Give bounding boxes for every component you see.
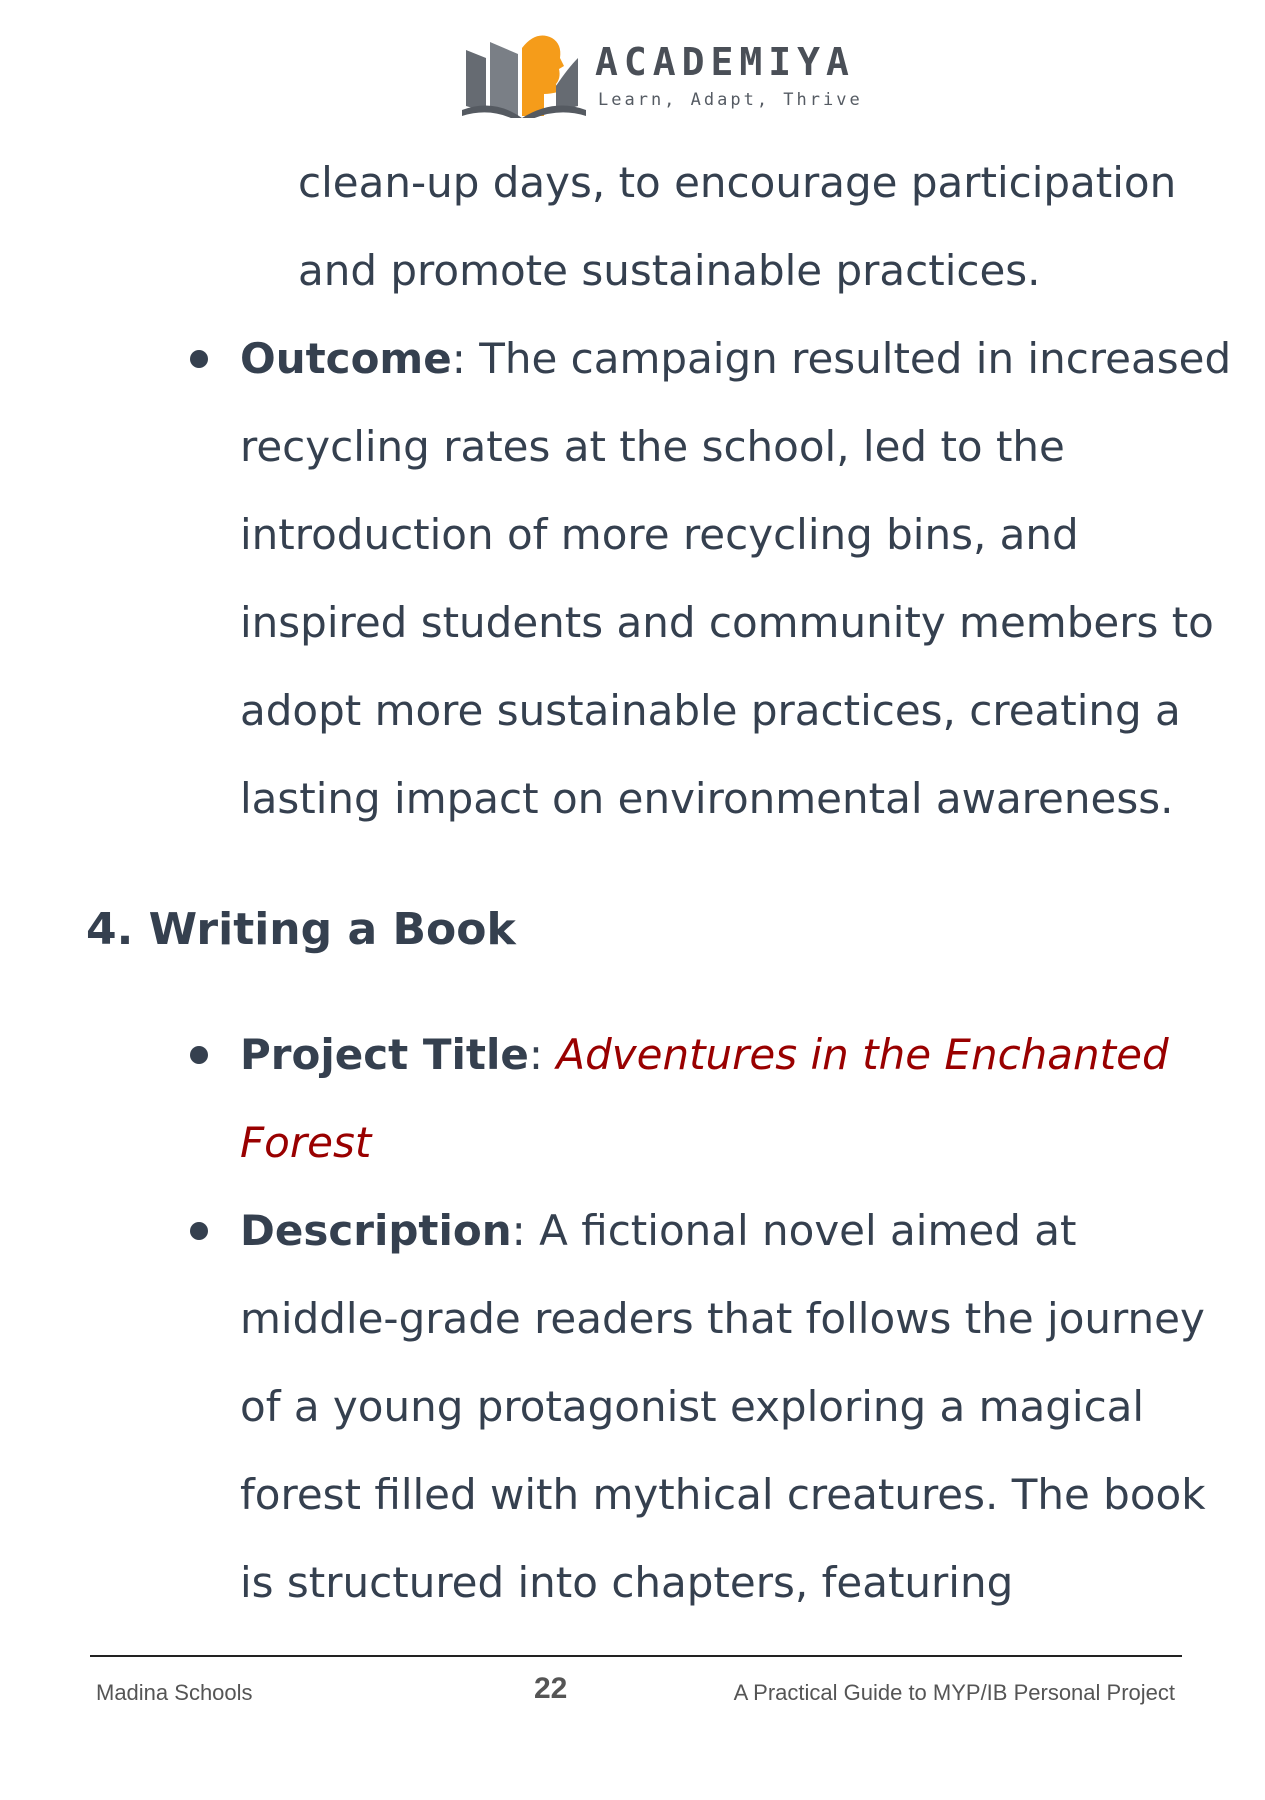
footer-divider [90,1655,1182,1657]
brand-name: ACADEMIYA [595,40,855,84]
outcome-label: Outcome [240,334,452,383]
bullet-marker [190,1222,208,1240]
section-heading: 4. Writing a Book [86,904,516,955]
outcome-line: adopt more sustainable practices, creati… [240,686,1181,735]
footer-guide-title: A Practical Guide to MYP/IB Personal Pro… [733,1680,1175,1705]
description-text: A fictional novel aimed at [539,1206,1077,1255]
bullet-marker [190,1046,208,1064]
open-book-with-head-silhouette-icon [462,35,586,118]
description-label: Description [240,1206,512,1255]
project-title-line: Forest [240,1118,372,1167]
page-number: 22 [534,1672,568,1705]
description-separator: : [511,1206,540,1255]
outcome-line: recycling rates at the school, led to th… [240,422,1065,471]
outcome-line: inspired students and community members … [240,598,1214,647]
footer-school-name: Madina Schools [96,1680,253,1705]
bullet-marker [190,350,208,368]
description-line: forest filled with mythical creatures. T… [240,1470,1206,1519]
description-first-line: Description: A fictional novel aimed at [240,1210,1076,1252]
project-title-label: Project Title [240,1030,529,1079]
description-line: is structured into chapters, featuring [240,1558,1014,1607]
outcome-separator: : [451,334,480,383]
project-title-separator: : [528,1030,557,1079]
brand-tagline: Learn, Adapt, Thrive [598,90,863,110]
outcome-text: The campaign resulted in increased [479,334,1232,383]
project-title-first-line: Project Title: Adventures in the Enchant… [240,1034,1169,1076]
outcome-first-line: Outcome: The campaign resulted in increa… [240,338,1231,380]
outcome-line: lasting impact on environmental awarenes… [240,774,1174,823]
academiya-logo: ACADEMIYA Learn, Adapt, Thrive [460,28,860,118]
continuation-line: and promote sustainable practices. [298,246,1041,295]
outcome-line: introduction of more recycling bins, and [240,510,1079,559]
description-line: of a young protagonist exploring a magic… [240,1382,1145,1431]
project-title-text: Adventures in the Enchanted [556,1030,1169,1079]
description-line: middle-grade readers that follows the jo… [240,1294,1205,1343]
continuation-line: clean-up days, to encourage participatio… [298,158,1177,207]
